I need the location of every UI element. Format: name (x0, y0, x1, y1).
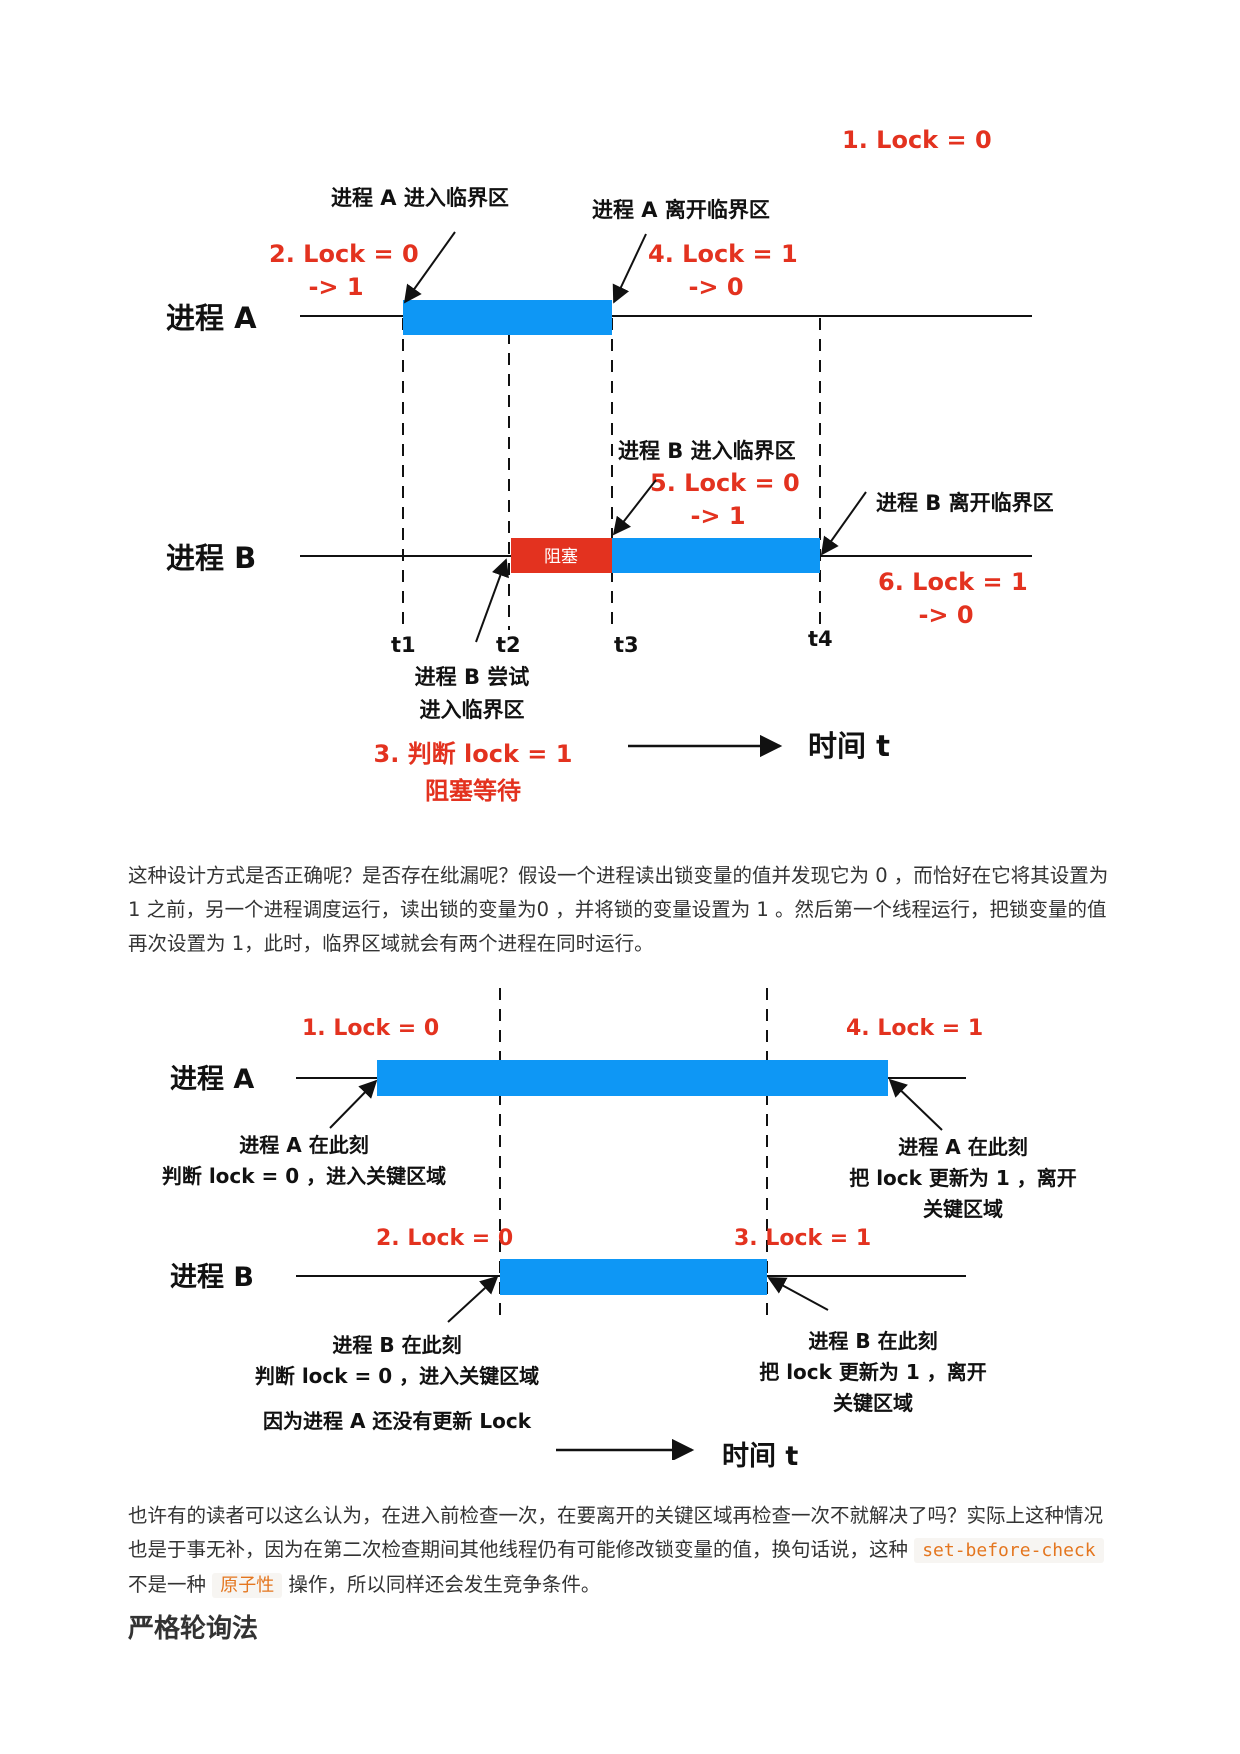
lock6-line2: -> 0 (918, 601, 973, 629)
b-enter-arrow (612, 479, 657, 536)
b-try-arrow (475, 558, 509, 643)
a-here-line1: 进程 A 在此刻 (239, 1133, 368, 1157)
b-reason-line: 因为进程 A 还没有更新 Lock (263, 1409, 532, 1433)
para2-text2: 不是一种 (128, 1573, 213, 1596)
a-update-line1: 进程 A 在此刻 (898, 1135, 1027, 1159)
process-b-label-2: 进程 B (170, 1262, 254, 1293)
process-b-label: 进程 B (166, 541, 256, 575)
blocked-label: 阻塞 (544, 547, 578, 567)
lock1-label-2: 1. Lock = 0 (302, 1016, 439, 1041)
lock2-line1: 2. Lock = 0 (269, 240, 419, 268)
paragraph-race-explanation: 这种设计方式是否正确呢？是否存在纰漏呢？假设一个进程读出锁变量的值并发现它为 0… (128, 864, 1109, 955)
process-a-critical-bar (403, 300, 612, 335)
b-here-line1: 进程 B 在此刻 (332, 1333, 461, 1357)
a-leave-arrow-2 (888, 1078, 943, 1131)
b-enter-arrow-2 (447, 1275, 499, 1323)
a-update-line3: 关键区域 (923, 1197, 1003, 1221)
t2-label: t2 (496, 633, 521, 657)
b-update-line3: 关键区域 (833, 1391, 913, 1415)
process-b-critical-bar-2 (500, 1259, 767, 1295)
lock2-label-2: 2. Lock = 0 (376, 1226, 513, 1251)
step3-line2: 阻塞等待 (425, 777, 521, 805)
lock4-label-2: 4. Lock = 1 (846, 1016, 983, 1041)
a-leave-label: 进程 A 离开临界区 (592, 198, 770, 222)
time-label-1: 时间 t (808, 729, 890, 763)
b-enter-label: 进程 B 进入临界区 (618, 439, 796, 463)
diagram-1: 1. Lock = 0 进程 A 进程 B 阻塞 进程 A 进入临界区 2. L… (166, 126, 1054, 805)
lock5-line2: -> 1 (690, 502, 745, 530)
t3-label: t3 (614, 633, 639, 657)
b-update-line2: 把 lock 更新为 1 ，离开 (759, 1360, 987, 1384)
paragraph-check-explanation: 也许有的读者可以这么认为，在进入前检查一次，在要离开的关键区域再检查一次不就解决… (128, 1499, 1118, 1603)
lock3-label-2: 3. Lock = 1 (734, 1226, 871, 1251)
a-enter-label: 进程 A 进入临界区 (331, 186, 509, 210)
b-try-line2: 进入临界区 (420, 698, 525, 722)
a-enter-arrow-2 (329, 1079, 378, 1129)
b-leave-arrow (820, 491, 867, 556)
b-leave-arrow-2 (767, 1277, 829, 1311)
process-b-critical-bar (612, 538, 820, 573)
step3-line1: 3. 判断 lock = 1 (374, 740, 573, 768)
process-a-label: 进程 A (166, 301, 257, 335)
code-set-before-check: set-before-check (914, 1538, 1104, 1563)
code-atomic: 原子性 (212, 1573, 283, 1598)
lock6-line1: 6. Lock = 1 (878, 568, 1028, 596)
para2-text3: 操作，所以同样还会发生竞争条件。 (282, 1573, 601, 1596)
lock-init-label: 1. Lock = 0 (842, 126, 992, 154)
time-label-2: 时间 t (722, 1441, 799, 1472)
a-update-line2: 把 lock 更新为 1 ，离开 (849, 1166, 1077, 1190)
section-heading: 严格轮询法 (128, 1614, 259, 1644)
b-here-line2: 判断 lock = 0 ，进入关键区域 (255, 1364, 539, 1388)
process-a-critical-bar-2 (377, 1060, 888, 1096)
lock4-line2: -> 0 (688, 273, 743, 301)
diagram-2: 进程 A 进程 B 1. Lock = 0 4. Lock = 1 2. Loc… (162, 988, 1077, 1460)
lock5-line1: 5. Lock = 0 (650, 469, 800, 497)
t1-label: t1 (391, 633, 416, 657)
a-here-line2: 判断 lock = 0 ，进入关键区域 (162, 1164, 446, 1188)
lock2-line2: -> 1 (308, 273, 363, 301)
process-a-label-2: 进程 A (170, 1064, 254, 1095)
b-update-line1: 进程 B 在此刻 (808, 1329, 937, 1353)
lock4-line1: 4. Lock = 1 (648, 240, 798, 268)
b-leave-label: 进程 B 离开临界区 (876, 491, 1054, 515)
b-try-line1: 进程 B 尝试 (415, 665, 530, 689)
a-leave-arrow (612, 233, 647, 304)
t4-label: t4 (808, 627, 833, 651)
